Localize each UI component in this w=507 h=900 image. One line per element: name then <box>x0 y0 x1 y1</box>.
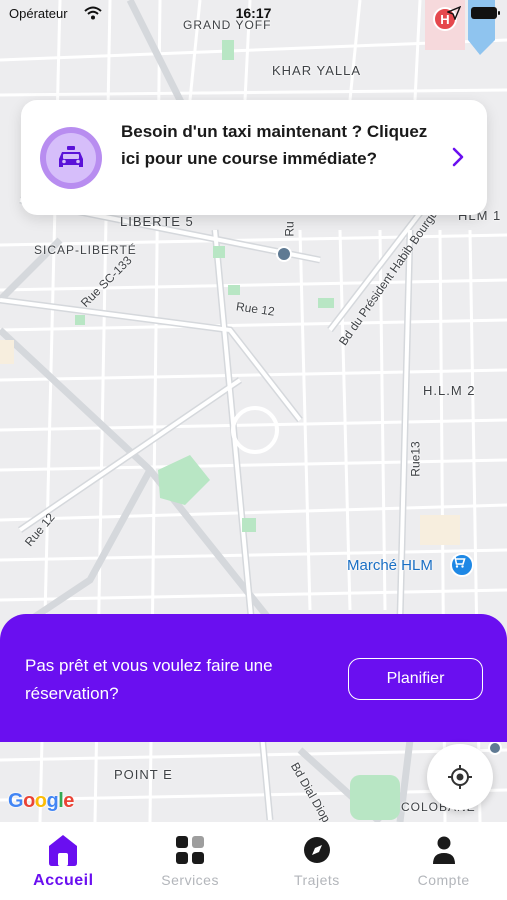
map-label-khar-yalla: KHAR YALLA <box>272 63 362 78</box>
bus-stop-icon[interactable] <box>488 741 502 755</box>
tab-label: Compte <box>417 872 470 888</box>
taxi-icon-badge <box>40 127 102 189</box>
google-attribution: Google <box>8 790 74 812</box>
crosshair-icon <box>448 765 472 789</box>
reservation-panel: Pas prêt et vous voulez faire une réserv… <box>0 614 507 742</box>
tab-trajets[interactable]: Trajets <box>254 822 381 900</box>
status-bar: Opérateur 16:17 <box>0 0 507 28</box>
street-label-ru: Ru <box>282 221 297 237</box>
grid-icon <box>176 836 205 864</box>
map-label-liberte5: LIBERTE 5 <box>120 214 194 229</box>
immediate-ride-text: Besoin d'un taxi maintenant ? Cliquez ic… <box>121 122 428 168</box>
map-label-hlm2: H.L.M 2 <box>423 383 476 398</box>
bus-stop-icon[interactable] <box>276 246 292 262</box>
tab-label: Trajets <box>293 872 340 888</box>
status-time: 16:17 <box>235 5 272 21</box>
shopping-cart-icon[interactable] <box>450 553 474 577</box>
immediate-ride-card[interactable]: Besoin d'un taxi maintenant ? Cliquez ic… <box>21 100 487 215</box>
tab-label: Accueil <box>33 872 94 889</box>
taxi-icon <box>59 146 83 167</box>
tab-services[interactable]: Services <box>127 822 254 900</box>
home-icon <box>49 835 78 866</box>
bottom-tab-bar: Accueil Services Trajets Compte <box>0 822 507 900</box>
poi-label-marche-hlm[interactable]: Marché HLM <box>347 557 433 574</box>
chevron-right-icon[interactable] <box>451 146 465 168</box>
street-label-rue13: Rue13 <box>408 441 423 477</box>
map-label-point-e: POINT E <box>114 767 173 782</box>
compass-icon <box>303 837 330 863</box>
tab-label: Services <box>161 872 219 888</box>
battery-icon <box>471 7 500 19</box>
location-arrow-icon <box>447 6 461 20</box>
locate-me-button[interactable] <box>427 744 493 810</box>
tab-accueil[interactable]: Accueil <box>0 822 127 900</box>
tab-compte[interactable]: Compte <box>380 822 507 900</box>
user-icon <box>432 836 455 864</box>
reservation-text: Pas prêt et vous voulez faire une réserv… <box>25 656 273 703</box>
plan-button[interactable]: Planifier <box>348 658 483 700</box>
